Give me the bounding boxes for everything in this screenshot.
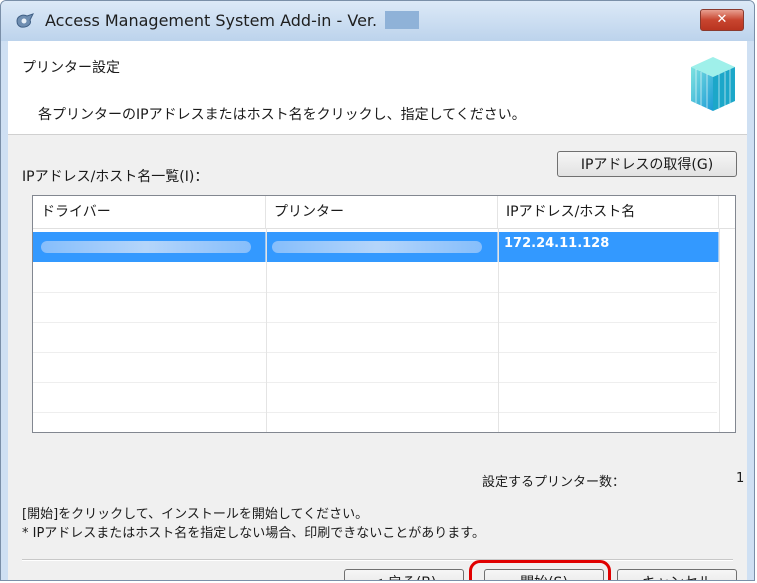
ip-list-label: IPアドレス/ホスト名一覧(I)： (22, 169, 209, 185)
column-divider (266, 228, 267, 432)
column-divider (719, 228, 720, 432)
instruction-text: 各プリンターのIPアドレスまたはホスト名をクリックし、指定してください。 (38, 107, 526, 123)
empty-row (33, 352, 717, 383)
printer-count-value: 1 (736, 471, 745, 486)
list-header: ドライバー プリンター IPアドレス/ホスト名 (33, 196, 735, 229)
footer-separator (22, 559, 733, 561)
redacted-printer-name (272, 241, 482, 253)
start-instruction-note: [開始]をクリックして、インストールを開始してください。 (22, 507, 369, 522)
app-icon (16, 13, 34, 28)
empty-row (33, 292, 717, 323)
table-row[interactable]: 172.24.11.128 (33, 232, 719, 262)
column-header-driver[interactable]: ドライバー (33, 196, 266, 228)
empty-row (33, 262, 717, 293)
cancel-button[interactable]: キャンセル (617, 569, 737, 580)
window-title: Access Management System Add-in - Ver. (45, 11, 420, 30)
empty-row (33, 382, 717, 413)
column-header-ip[interactable]: IPアドレス/ホスト名 (498, 196, 719, 228)
ip-warning-note: * IPアドレスまたはホスト名を指定しない場合、印刷できないことがあります。 (22, 526, 486, 541)
dialog-client-area: プリンター設定 各プリンターのIPアドレスまたはホスト名をクリックし、指定してく… (8, 41, 747, 580)
empty-row (33, 322, 717, 353)
window-title-text: Access Management System Add-in - Ver. (45, 11, 378, 30)
printer-cube-icon (691, 57, 735, 111)
cell-ip-text: 172.24.11.128 (504, 236, 610, 251)
redacted-driver-name (41, 241, 251, 253)
cell-driver[interactable] (33, 232, 266, 262)
header-panel: プリンター設定 各プリンターのIPアドレスまたはホスト名をクリックし、指定してく… (8, 41, 747, 135)
column-divider (498, 228, 499, 432)
get-ip-address-button[interactable]: IPアドレスの取得(G) (557, 151, 737, 177)
section-title: プリンター設定 (22, 60, 120, 76)
printer-count-label: 設定するプリンター数： (482, 475, 626, 490)
cell-ip[interactable]: 172.24.11.128 (498, 232, 719, 262)
close-icon: ✕ (716, 12, 728, 27)
close-button[interactable]: ✕ (700, 9, 744, 31)
version-redacted (385, 11, 420, 29)
title-bar[interactable]: Access Management System Add-in - Ver. ✕ (1, 1, 754, 41)
column-header-printer[interactable]: プリンター (266, 196, 498, 228)
start-button-highlight (469, 560, 611, 580)
back-button[interactable]: < 戻る(B) (344, 569, 464, 580)
cell-printer[interactable] (266, 232, 498, 262)
ip-list-view[interactable]: ドライバー プリンター IPアドレス/ホスト名 172.24.11.128 (32, 195, 736, 433)
dialog-window: Access Management System Add-in - Ver. ✕… (0, 0, 755, 581)
